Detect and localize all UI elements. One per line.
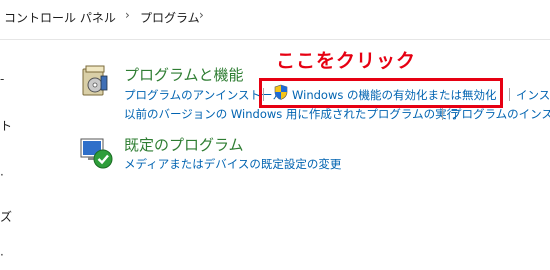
left-nav-marker: · <box>0 248 4 262</box>
annotation-click-here: ここをクリック <box>276 50 417 72</box>
default-programs-title[interactable]: 既定のプログラム <box>124 134 244 155</box>
control-panel-window: コントロール パネル › プログラム › ト ズ - · · プログラムと機能 … <box>0 0 550 270</box>
programs-features-title[interactable]: プログラムと機能 <box>124 64 244 85</box>
breadcrumb-item-control-panel[interactable]: コントロール パネル <box>4 9 116 26</box>
left-nav-marker: · <box>0 168 4 182</box>
breadcrumb: コントロール パネル › プログラム › <box>0 0 550 36</box>
programs-features-icon <box>81 64 109 102</box>
divider <box>0 39 550 40</box>
change-media-defaults-link[interactable]: メディアまたはデバイスの既定設定の変更 <box>124 156 341 172</box>
chevron-right-icon[interactable]: › <box>125 8 130 22</box>
left-nav-fragment[interactable]: ト <box>0 117 12 134</box>
breadcrumb-item-programs[interactable]: プログラム <box>140 9 200 26</box>
annotation-highlight-box <box>259 78 503 108</box>
default-programs-icon <box>80 136 114 174</box>
link-separator <box>442 107 443 120</box>
link-separator <box>509 88 510 101</box>
chevron-right-icon[interactable]: › <box>199 8 204 22</box>
run-older-programs-link[interactable]: 以前のバージョンの Windows 用に作成されたプログラムの実行 <box>124 106 458 122</box>
install-program-link[interactable]: インスト <box>516 87 550 103</box>
how-to-install-link[interactable]: プログラムのインストー <box>450 106 550 122</box>
left-nav-marker: - <box>0 72 5 86</box>
left-nav-fragment[interactable]: ズ <box>0 208 12 225</box>
